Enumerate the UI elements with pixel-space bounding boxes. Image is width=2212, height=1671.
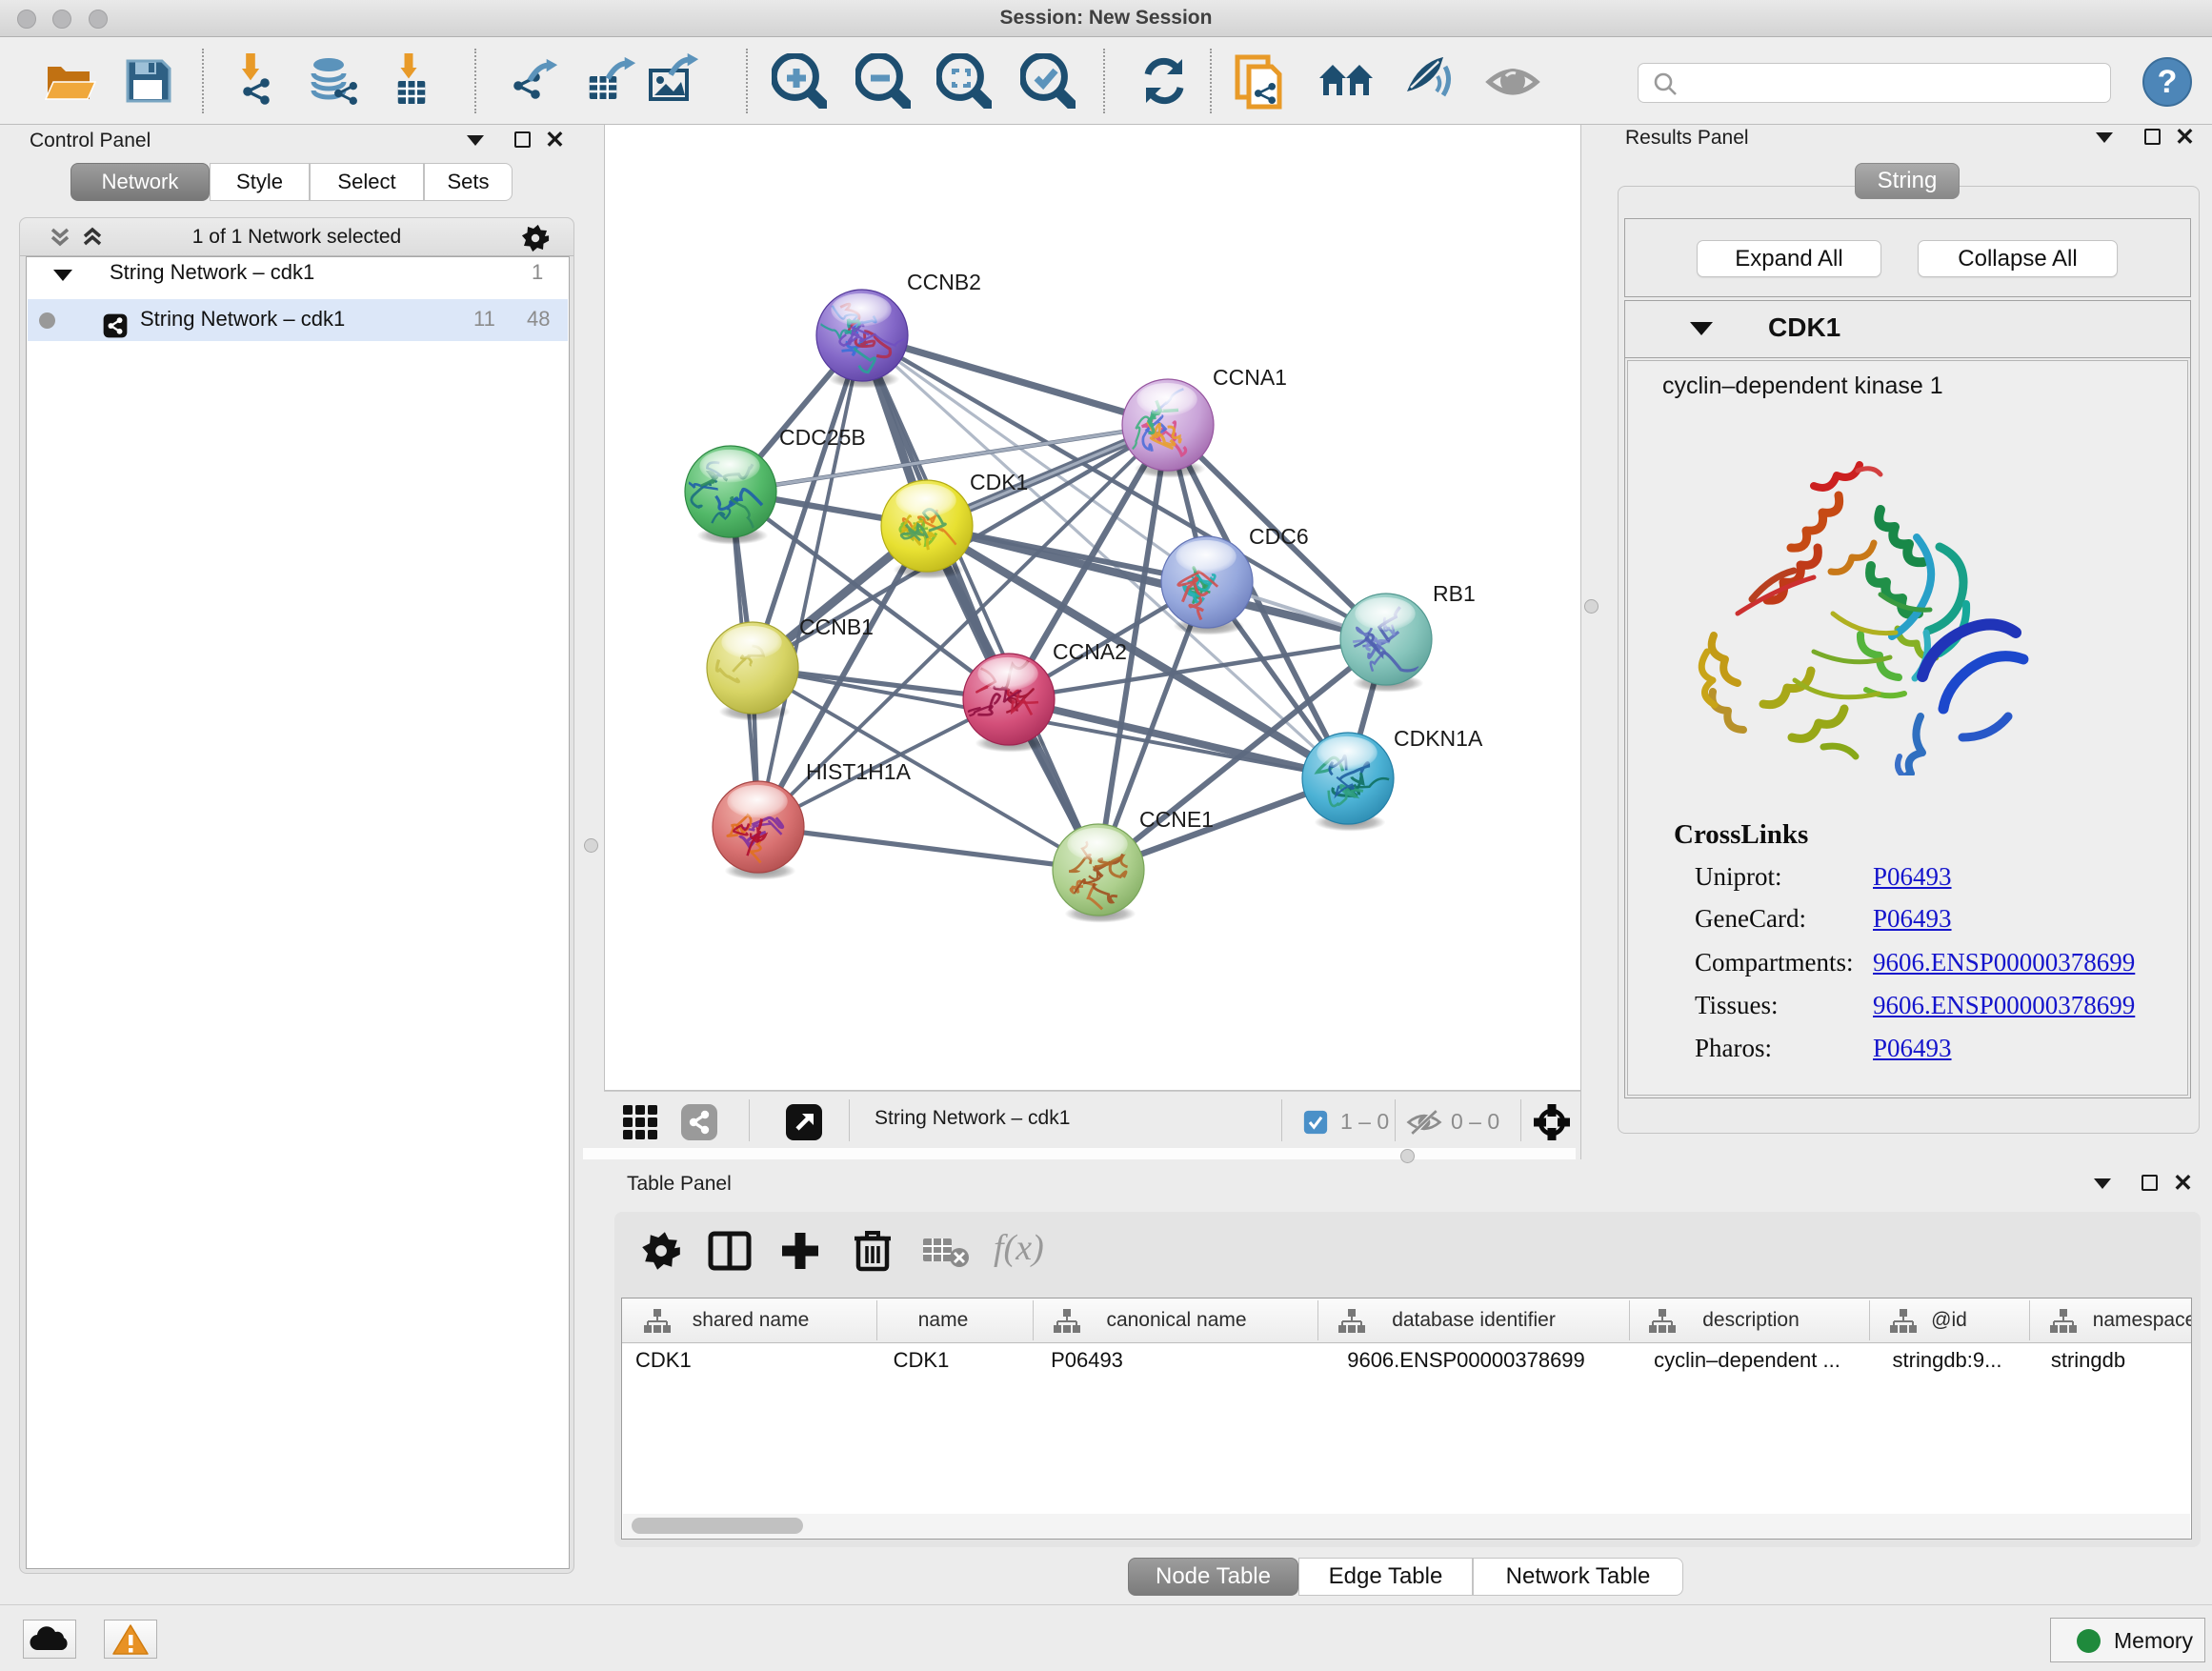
- svg-text:CCNE1: CCNE1: [1139, 807, 1214, 832]
- svg-text:CDC6: CDC6: [1249, 524, 1309, 549]
- svg-text:CCNA1: CCNA1: [1213, 365, 1287, 390]
- svg-text:CDK1: CDK1: [970, 470, 1028, 494]
- svg-text:CDC25B: CDC25B: [779, 425, 866, 450]
- svg-text:CCNB2: CCNB2: [907, 270, 981, 294]
- svg-text:CDKN1A: CDKN1A: [1394, 726, 1483, 751]
- svg-text:CCNA2: CCNA2: [1053, 639, 1127, 664]
- svg-text:CCNB1: CCNB1: [799, 614, 874, 639]
- svg-text:RB1: RB1: [1433, 581, 1476, 606]
- svg-text:HIST1H1A: HIST1H1A: [806, 759, 912, 784]
- svg-text:?: ?: [2158, 64, 2178, 100]
